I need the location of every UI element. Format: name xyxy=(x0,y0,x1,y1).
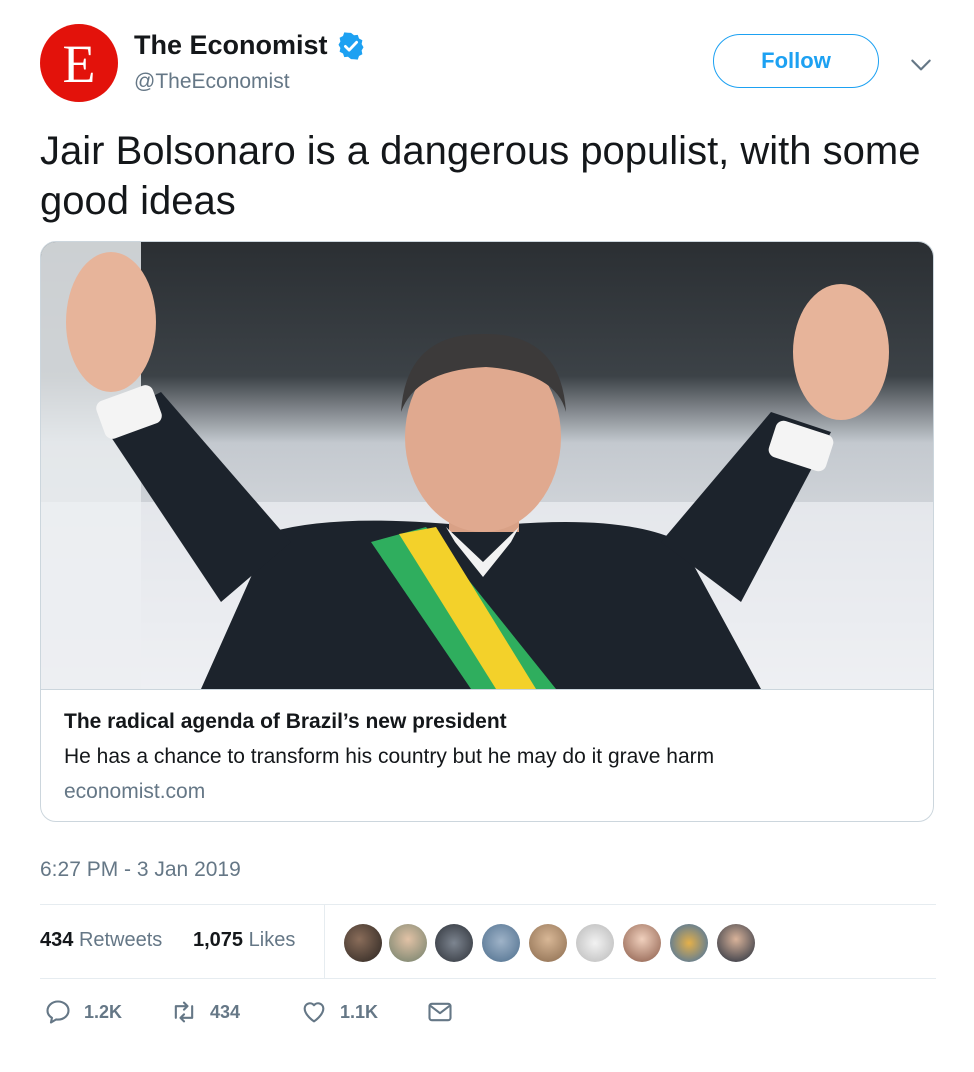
liker-avatar[interactable] xyxy=(434,923,474,963)
divider xyxy=(40,978,936,979)
heart-icon xyxy=(303,1002,325,1023)
link-card[interactable]: The radical agenda of Brazil’s new presi… xyxy=(40,241,934,822)
card-domain[interactable]: economist.com xyxy=(64,780,205,804)
name-row: The Economist xyxy=(134,30,366,61)
retweet-count: 434 xyxy=(210,1001,241,1022)
tweet-text: Jair Bolsonaro is a dangerous populist, … xyxy=(40,129,921,223)
like-count: 1.1K xyxy=(340,1001,379,1022)
card-body[interactable]: The radical agenda of Brazil’s new presi… xyxy=(41,689,933,821)
action-bar: 1.2K 434 1.1K xyxy=(40,990,936,1040)
reply-icon xyxy=(46,1000,70,1024)
liker-avatar[interactable] xyxy=(343,923,383,963)
liker-avatar[interactable] xyxy=(622,923,662,963)
follow-button[interactable]: Follow xyxy=(713,34,879,88)
avatar-letter: E xyxy=(62,34,96,94)
tweet-timestamp[interactable]: 6:27 PM - 3 Jan 2019 xyxy=(40,858,241,882)
card-image[interactable] xyxy=(41,242,934,689)
liker-avatar[interactable] xyxy=(716,923,756,963)
liker-avatar[interactable] xyxy=(528,923,568,963)
likes-stat[interactable]: 1,075 Likes xyxy=(193,929,295,952)
reply-button[interactable]: 1.2K xyxy=(44,998,122,1026)
card-title[interactable]: The radical agenda of Brazil’s new presi… xyxy=(64,710,507,734)
tweet-stats: 434 Retweets 1,075 Likes xyxy=(40,905,936,978)
retweets-count: 434 xyxy=(40,929,74,951)
like-button[interactable]: 1.1K xyxy=(300,998,378,1026)
liker-avatar[interactable] xyxy=(481,923,521,963)
verified-badge-icon xyxy=(338,31,364,60)
avatar[interactable]: E xyxy=(40,24,118,102)
display-name[interactable]: The Economist xyxy=(134,30,328,61)
liker-avatar[interactable] xyxy=(575,923,615,963)
liker-avatar[interactable] xyxy=(669,923,709,963)
liker-avatar[interactable] xyxy=(388,923,428,963)
retweets-label: Retweets xyxy=(78,929,163,951)
retweet-button[interactable]: 434 xyxy=(170,998,240,1026)
likes-count: 1,075 xyxy=(193,929,244,951)
chevron-down-icon[interactable] xyxy=(908,52,934,78)
stats-separator xyxy=(324,905,325,978)
likes-label: Likes xyxy=(248,929,296,951)
retweets-stat[interactable]: 434 Retweets xyxy=(40,929,162,952)
retweet-icon xyxy=(174,1001,194,1023)
direct-message-button[interactable] xyxy=(426,998,466,1026)
handle[interactable]: @TheEconomist xyxy=(134,70,290,94)
tweet-header: E The Economist @TheEconomist Follow xyxy=(40,24,940,104)
reply-count: 1.2K xyxy=(84,1001,123,1022)
card-description: He has a chance to transform his country… xyxy=(64,745,715,768)
envelope-icon xyxy=(428,1002,452,1022)
